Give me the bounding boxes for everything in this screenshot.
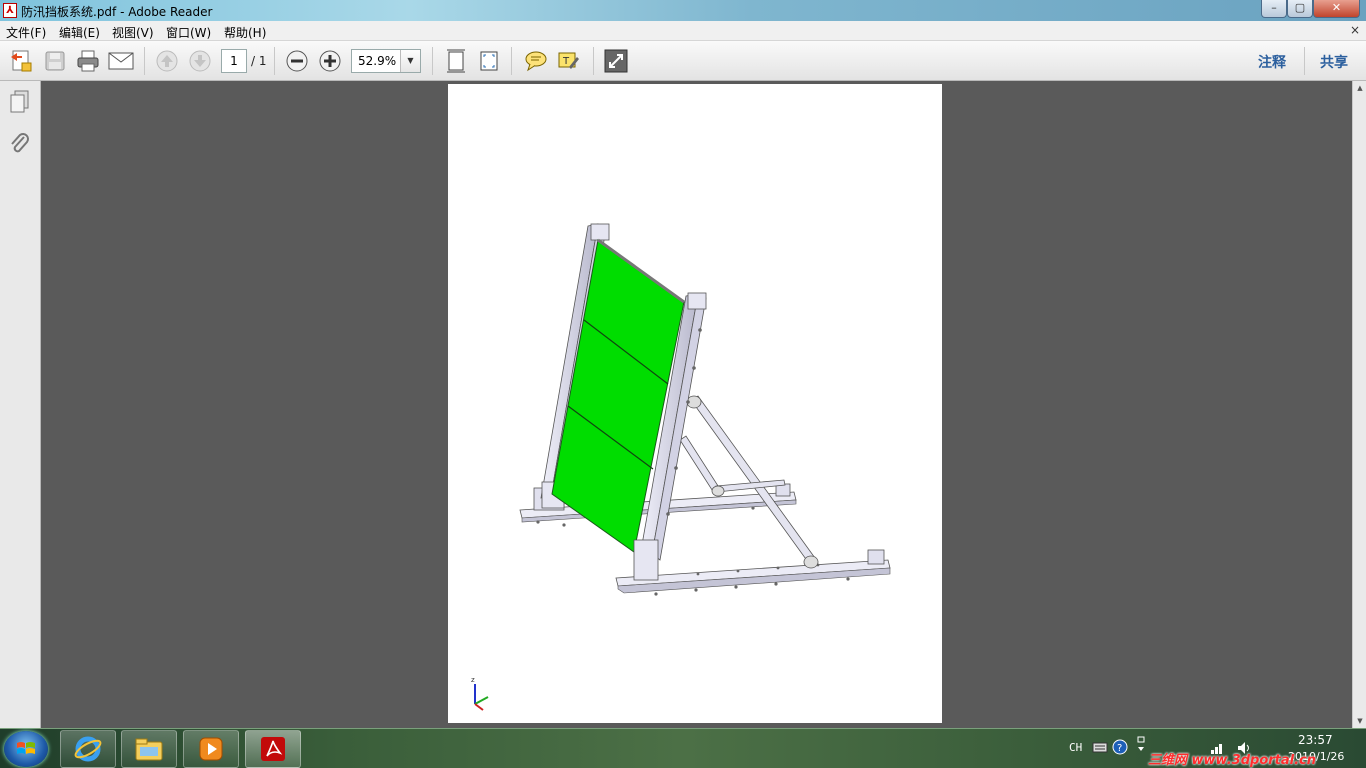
sticky-note-icon[interactable] <box>523 48 549 74</box>
menu-help[interactable]: 帮助(H) <box>224 24 266 41</box>
document-area[interactable]: z <box>42 81 1352 728</box>
help-icon[interactable]: ? <box>1112 739 1128 755</box>
fit-width-icon[interactable] <box>476 48 502 74</box>
fit-page-icon[interactable] <box>443 48 469 74</box>
navigation-pane <box>0 81 41 728</box>
document-close-icon[interactable]: × <box>1350 23 1360 37</box>
axis-label: z <box>471 676 475 684</box>
minimize-button[interactable]: – <box>1261 0 1287 18</box>
toolbar: / 1 52.9% ▼ T 注释 共享 <box>0 41 1366 81</box>
window-title: 防汛挡板系统.pdf - Adobe Reader <box>21 5 213 19</box>
input-language[interactable]: CH <box>1069 741 1082 754</box>
read-mode-icon[interactable] <box>603 48 629 74</box>
adobe-reader-icon <box>261 737 285 761</box>
pages-icon[interactable] <box>8 89 32 115</box>
toolbar-separator <box>1304 47 1305 75</box>
highlight-icon[interactable]: T <box>556 48 582 74</box>
print-icon[interactable] <box>75 48 101 74</box>
toolbar-separator <box>432 47 433 75</box>
menu-view[interactable]: 视图(V) <box>112 24 154 41</box>
toolbar-separator <box>274 47 275 75</box>
adobe-reader-icon: ⅄ <box>3 3 17 18</box>
page-total: / 1 <box>251 54 267 68</box>
axis-triad-icon: z <box>471 676 489 711</box>
pdf-page: z <box>448 84 942 723</box>
page-down-icon[interactable] <box>187 48 213 74</box>
ie-icon <box>74 736 102 762</box>
svg-text:?: ? <box>1117 743 1122 754</box>
zoom-value: 52.9% <box>358 54 397 68</box>
menu-bar: 文件(F) 编辑(E) 视图(V) 窗口(W) 帮助(H) × <box>0 21 1366 41</box>
close-button[interactable]: ✕ <box>1313 0 1360 18</box>
taskbar-ie[interactable] <box>60 730 116 768</box>
start-button[interactable] <box>4 731 48 767</box>
support-struts <box>679 395 819 569</box>
page-number-input[interactable] <box>221 49 247 73</box>
title-bar: ⅄ 防汛挡板系统.pdf - Adobe Reader – ▢ ✕ <box>0 0 1366 21</box>
email-icon[interactable] <box>108 48 134 74</box>
menu-file[interactable]: 文件(F) <box>6 24 46 41</box>
keyboard-icon[interactable] <box>1092 740 1108 754</box>
vertical-scrollbar[interactable]: ▲ ▼ <box>1352 81 1366 728</box>
maximize-button[interactable]: ▢ <box>1287 0 1313 18</box>
toolbar-separator <box>144 47 145 75</box>
clock-time[interactable]: 23:57 <box>1298 733 1333 747</box>
create-pdf-icon[interactable] <box>8 48 34 74</box>
flood-barrier-drawing: z <box>471 223 891 711</box>
taskbar-media-player[interactable] <box>183 730 239 768</box>
taskbar: CH ? 23:57 2010/1/26 三维网 www.3dportal.cn <box>0 728 1366 768</box>
zoom-select[interactable]: 52.9% ▼ <box>351 49 421 73</box>
zoom-in-icon[interactable] <box>317 48 343 74</box>
page-up-icon[interactable] <box>154 48 180 74</box>
taskbar-explorer[interactable] <box>121 730 177 768</box>
zoom-out-icon[interactable] <box>284 48 310 74</box>
toolbar-separator <box>593 47 594 75</box>
scroll-down-icon[interactable]: ▼ <box>1353 714 1366 728</box>
site-watermark: 三维网 www.3dportal.cn <box>1148 753 1317 768</box>
menu-edit[interactable]: 编辑(E) <box>59 24 100 41</box>
toolbar-separator <box>511 47 512 75</box>
chevron-down-icon[interactable]: ▼ <box>400 50 420 72</box>
scroll-up-icon[interactable]: ▲ <box>1353 81 1366 95</box>
menu-window[interactable]: 窗口(W) <box>166 24 211 41</box>
share-button[interactable]: 共享 <box>1320 52 1348 72</box>
tray-expand-icon[interactable] <box>1136 735 1146 753</box>
windows-logo-icon <box>17 742 35 754</box>
comment-button[interactable]: 注释 <box>1258 52 1286 72</box>
save-icon[interactable] <box>42 48 68 74</box>
svg-text:T: T <box>562 56 570 67</box>
explorer-icon <box>135 738 163 761</box>
media-player-icon <box>199 737 223 761</box>
taskbar-adobe-reader[interactable] <box>245 730 301 768</box>
attachment-icon[interactable] <box>8 131 32 157</box>
